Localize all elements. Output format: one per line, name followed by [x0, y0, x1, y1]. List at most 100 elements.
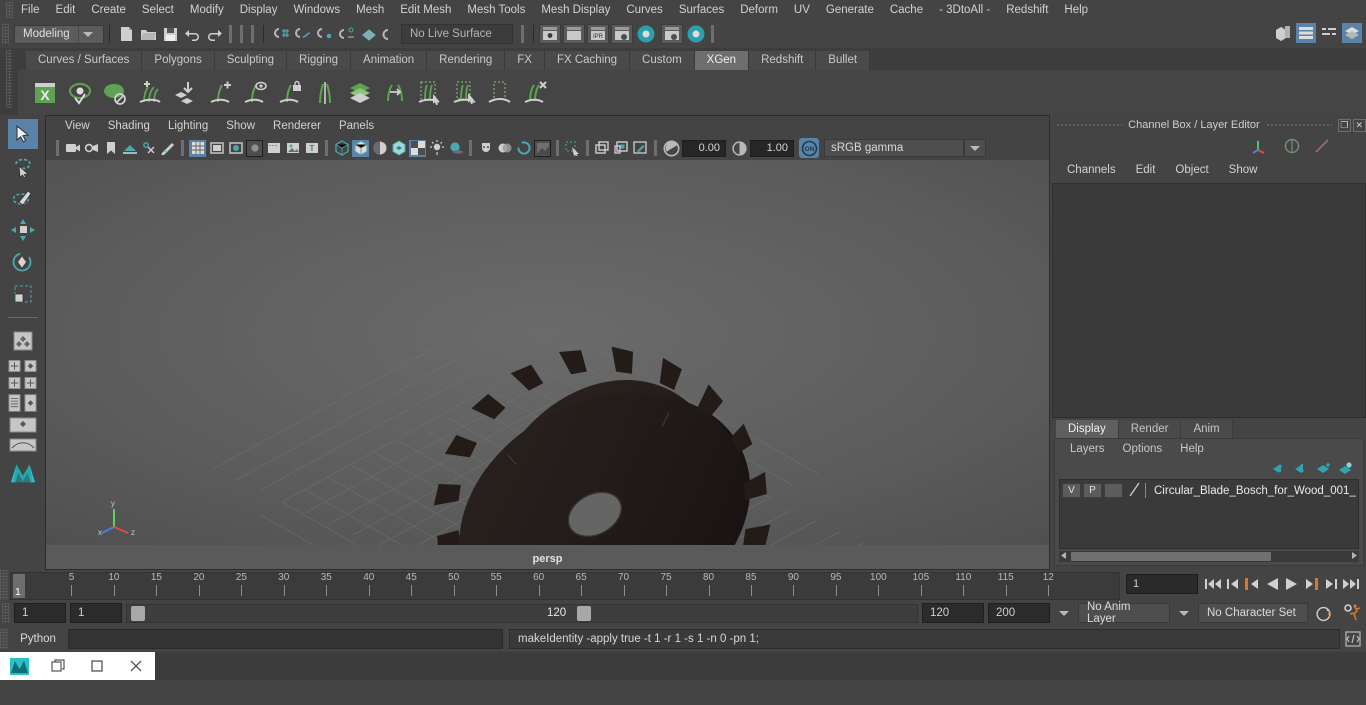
show-hidden-channels-icon[interactable]	[1284, 138, 1300, 157]
close-icon[interactable]	[119, 652, 153, 680]
scroll-left-arrow-icon[interactable]	[1059, 551, 1068, 563]
use-all-lights-icon[interactable]	[428, 140, 445, 157]
live-surface-field[interactable]: No Live Surface	[401, 24, 513, 44]
create-empty-layer-icon[interactable]	[1316, 462, 1331, 477]
range-slider-bar[interactable]: 120	[126, 603, 918, 623]
menu-generate[interactable]: Generate	[818, 2, 882, 18]
time-slider-gripper[interactable]	[0, 570, 8, 600]
show-hide-attribute-editor-icon[interactable]	[1296, 23, 1316, 43]
edit-menu[interactable]: Edit	[1127, 162, 1165, 178]
image-based-lighting-icon[interactable]	[594, 140, 611, 157]
hypergraph-layout-icon[interactable]	[23, 392, 38, 414]
shelf-tab-fx-caching[interactable]: FX Caching	[544, 51, 631, 70]
viewport-menu-renderer[interactable]: Renderer	[264, 119, 330, 133]
exposure-display-icon[interactable]	[284, 140, 301, 157]
render-settings-icon[interactable]	[611, 24, 633, 44]
step-back-frame-icon[interactable]	[1244, 577, 1260, 594]
film-gate-display-icon[interactable]	[265, 140, 282, 157]
shelf-gripper[interactable]	[6, 50, 12, 108]
channels-menu[interactable]: Channels	[1058, 162, 1125, 178]
undo-icon[interactable]	[181, 23, 203, 45]
undock-panel-icon[interactable]: ❐	[1337, 118, 1351, 132]
exposure-toggle-icon[interactable]	[534, 139, 551, 157]
shelf-tab-animation[interactable]: Animation	[351, 51, 428, 70]
help-menu[interactable]: Help	[1171, 442, 1213, 456]
menu-create[interactable]: Create	[83, 2, 134, 18]
grid-toggle-icon[interactable]	[189, 139, 206, 157]
menu-edit-mesh[interactable]: Edit Mesh	[392, 2, 459, 18]
xgen-delete-icon[interactable]	[518, 75, 552, 111]
viewport-menu-lighting[interactable]: Lighting	[159, 119, 217, 133]
redo-render-icon[interactable]	[563, 24, 585, 44]
tab-display[interactable]: Display	[1056, 420, 1119, 438]
texture-display-icon[interactable]	[409, 139, 426, 157]
menu-display[interactable]: Display	[232, 2, 286, 18]
shelf-tab-fx[interactable]: FX	[505, 51, 545, 70]
range-end-handle[interactable]	[577, 605, 591, 621]
current-time-indicator[interactable]: 1	[13, 574, 25, 598]
graph-editor-layout-icon[interactable]	[8, 436, 38, 454]
anim-layer-dropdown-icon[interactable]	[1059, 610, 1069, 616]
shelf-tab-curves-surfaces[interactable]: Curves / Surfaces	[26, 51, 143, 70]
shelf-tab-rendering[interactable]: Rendering	[427, 51, 506, 70]
shelf-tab-bullet[interactable]: Bullet	[816, 51, 871, 70]
outliner-layout-icon[interactable]	[7, 392, 22, 414]
xray-active-components-icon[interactable]	[515, 140, 532, 157]
show-hide-channel-box-icon[interactable]	[1342, 23, 1362, 43]
redshift-ipr-icon[interactable]	[685, 23, 707, 45]
shelf-tab-xgen[interactable]: XGen	[694, 51, 750, 70]
text-overlay-icon[interactable]: T	[303, 140, 320, 157]
menu-mesh[interactable]: Mesh	[348, 2, 392, 18]
current-frame-field[interactable]: 1	[1126, 574, 1198, 594]
menu-file[interactable]: File	[13, 2, 48, 18]
menu-modify[interactable]: Modify	[182, 2, 232, 18]
show-hide-modeling-toolkit-icon[interactable]	[1273, 23, 1293, 43]
close-panel-icon[interactable]: ✕	[1352, 118, 1366, 132]
menu-3dtoall[interactable]: - 3DtoAll -	[931, 2, 998, 18]
smooth-shading-icon[interactable]	[352, 139, 369, 157]
command-gripper[interactable]	[0, 629, 8, 649]
scale-tool-icon[interactable]	[8, 279, 38, 309]
snap-to-curve-icon[interactable]	[291, 23, 313, 45]
grease-pencil-icon[interactable]	[159, 140, 176, 157]
two-view-layout-icon[interactable]	[7, 375, 22, 390]
animation-end-field[interactable]: 200	[988, 603, 1050, 623]
layer-shading-toggle[interactable]	[1104, 483, 1123, 498]
three-view-layout-icon[interactable]	[23, 375, 38, 390]
single-perspective-view-icon[interactable]	[7, 358, 22, 373]
film-gate-icon[interactable]	[208, 140, 225, 157]
exposure-value-field[interactable]: 0.00	[682, 139, 726, 157]
layer-horizontal-scrollbar[interactable]	[1059, 551, 1359, 562]
show-hide-tool-settings-icon[interactable]	[1319, 23, 1339, 43]
time-slider[interactable]: 1 5 10 15 20 25 30 35 40 45 50 55 60 65 70 75 80 85 90 95 1…	[10, 572, 1120, 600]
play-backwards-icon[interactable]	[1264, 577, 1280, 594]
layers-menu[interactable]: Layers	[1061, 442, 1114, 456]
menu-redshift[interactable]: Redshift	[998, 2, 1056, 18]
bookmark-icon[interactable]	[102, 140, 119, 157]
menu-edit[interactable]: Edit	[48, 2, 84, 18]
animation-start-field[interactable]: 1	[14, 603, 66, 623]
character-set-dropdown[interactable]: No Character Set	[1198, 603, 1308, 623]
shadows-icon[interactable]	[447, 140, 464, 157]
object-menu[interactable]: Object	[1166, 162, 1217, 178]
shelf-tab-custom[interactable]: Custom	[630, 51, 695, 70]
make-live-icon[interactable]	[379, 23, 401, 45]
viewport-colorpick-icon[interactable]	[632, 140, 649, 157]
select-camera-icon[interactable]	[64, 140, 81, 157]
step-forward-keyframe-icon[interactable]	[1324, 577, 1338, 594]
render-current-frame-icon[interactable]	[539, 24, 561, 44]
go-to-start-icon[interactable]	[1204, 577, 1222, 594]
rotate-tool-icon[interactable]	[8, 247, 38, 277]
shelf-tab-redshift[interactable]: Redshift	[749, 51, 817, 70]
menu-curves[interactable]: Curves	[618, 2, 670, 18]
menu-mesh-tools[interactable]: Mesh Tools	[459, 2, 533, 18]
xgen-editor-icon[interactable]: X	[28, 75, 62, 111]
xray-display-icon[interactable]	[477, 140, 494, 157]
scroll-right-arrow-icon[interactable]	[1350, 551, 1359, 563]
viewport-3d[interactable]: y x z persp	[46, 160, 1049, 569]
playback-end-field[interactable]: 120	[922, 603, 984, 623]
viewport-snapshot-icon[interactable]	[613, 140, 630, 157]
snap-to-point-icon[interactable]	[313, 23, 335, 45]
viewport-menu-show[interactable]: Show	[217, 119, 264, 133]
viewport-menu-panels[interactable]: Panels	[330, 119, 383, 133]
